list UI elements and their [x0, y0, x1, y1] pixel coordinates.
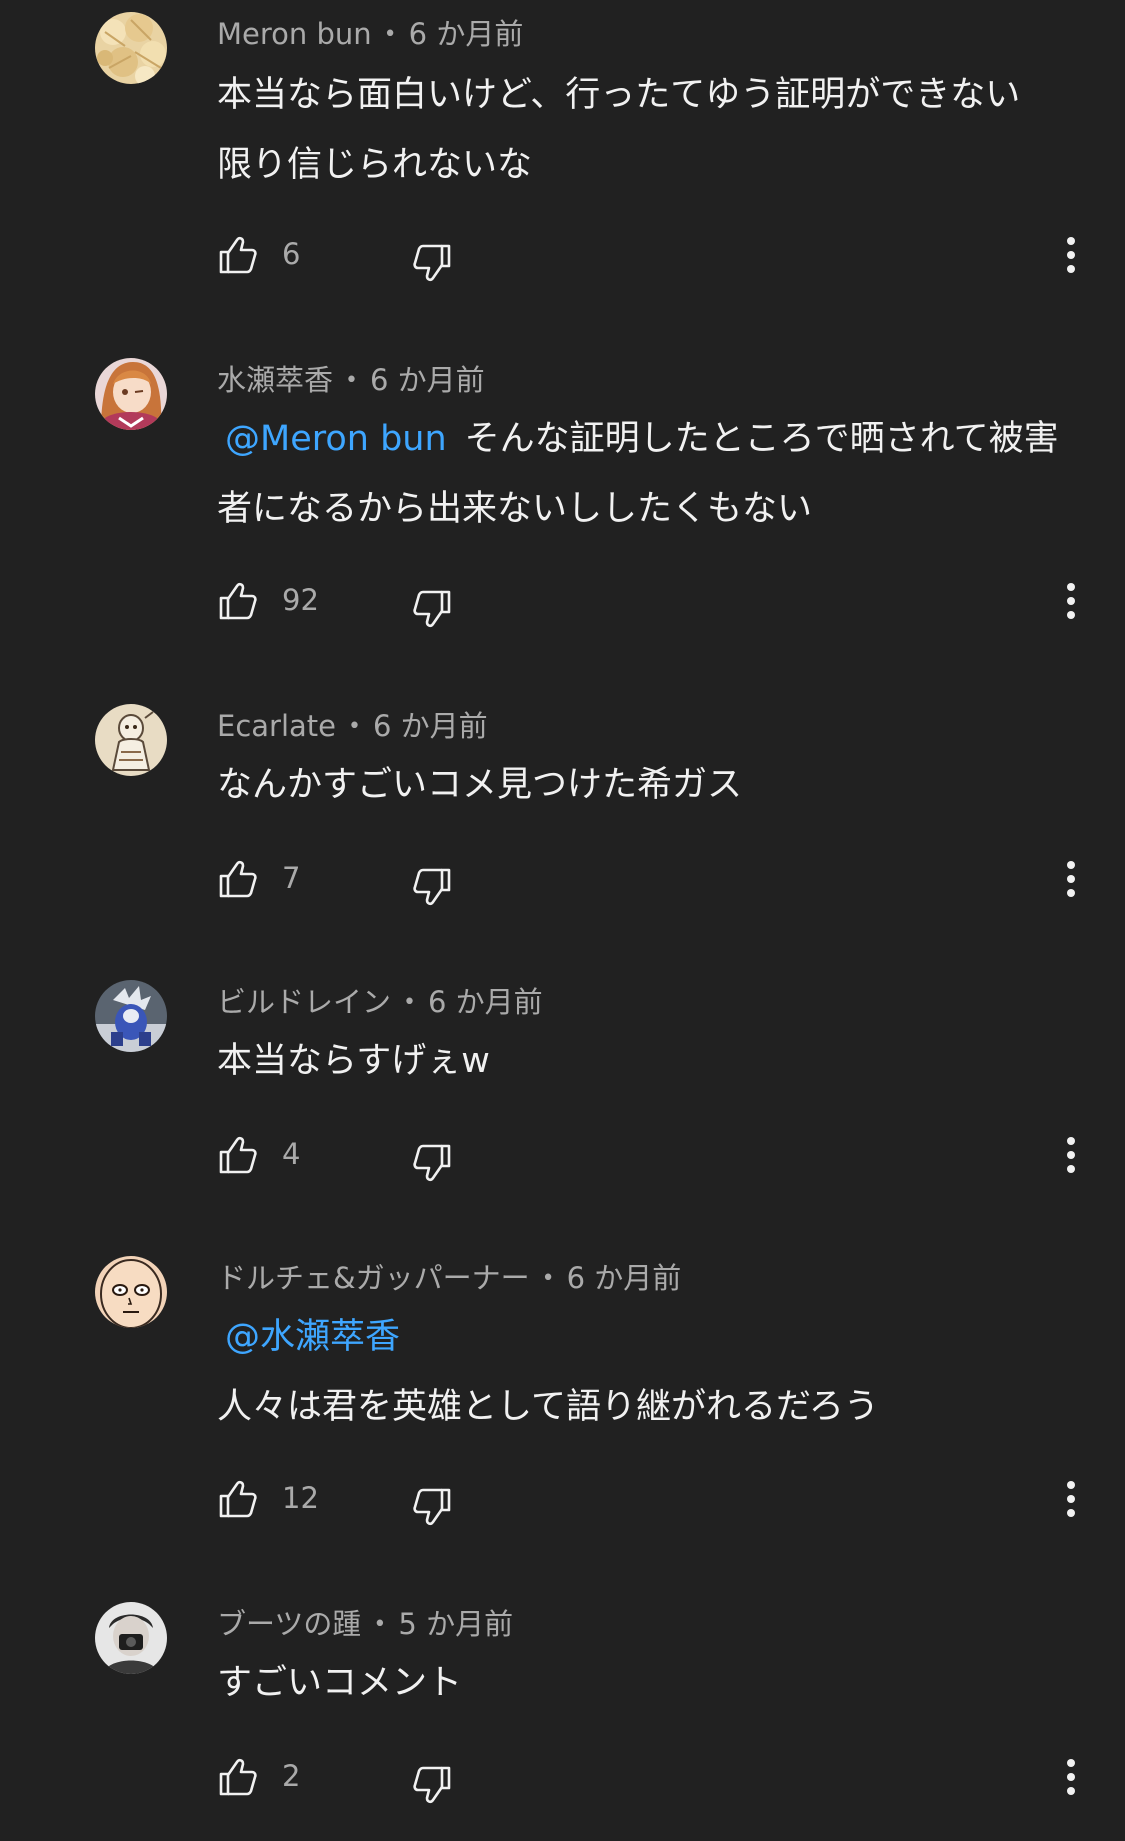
comment-text: すごいコメント	[217, 1648, 1087, 1718]
comment-actions: 4	[0, 1125, 1125, 1185]
thumbs-up-icon[interactable]	[218, 1757, 258, 1797]
like-count: 4	[282, 1137, 301, 1171]
more-vertical-icon[interactable]	[1060, 857, 1082, 901]
thumbs-up-icon[interactable]	[218, 1135, 258, 1175]
timestamp[interactable]: 6 か月前	[567, 1261, 682, 1295]
more-vertical-icon[interactable]	[1060, 233, 1082, 277]
timestamp[interactable]: 6 か月前	[428, 985, 543, 1019]
thumbs-down-icon[interactable]	[412, 589, 452, 629]
thumbs-up-icon[interactable]	[218, 859, 258, 899]
anime-girl-avatar[interactable]	[95, 358, 167, 430]
comment-text: @Meron bun そんな証明したところで晒されて被害 者になるから出来ないしし…	[217, 404, 1087, 544]
like-count: 12	[282, 1481, 319, 1515]
comment-meta: ブーツの踵 • 5 か月前	[217, 1606, 513, 1643]
separator-dot: •	[348, 714, 361, 739]
author-name[interactable]: 水瀬萃香	[217, 363, 333, 397]
like-count: 2	[282, 1759, 301, 1793]
comment-line-text: そんな証明したところで晒されて被害	[464, 419, 1059, 459]
separator-dot: •	[373, 1612, 387, 1637]
thumbs-up-icon[interactable]	[218, 581, 258, 621]
thumbs-down-icon[interactable]	[412, 1765, 452, 1805]
separator-dot: •	[403, 990, 416, 1015]
more-vertical-icon[interactable]	[1060, 579, 1082, 623]
comment-line: 限り信じられないな	[217, 145, 533, 185]
comment-actions: 7	[0, 849, 1125, 909]
author-name[interactable]: ドルチェ&ガッパーナー	[217, 1261, 530, 1295]
comment-actions: 2	[0, 1747, 1125, 1807]
thumbs-up-icon[interactable]	[218, 235, 258, 275]
author-name[interactable]: Ecarlate	[217, 709, 336, 743]
comment-line: @水瀬萃香	[217, 1302, 1087, 1372]
timestamp[interactable]: 5 か月前	[398, 1607, 513, 1641]
comment-line: 本当ならすげぇw	[217, 1041, 490, 1081]
comment-meta: ドルチェ&ガッパーナー • 6 か月前	[217, 1260, 681, 1297]
like-count: 92	[282, 583, 319, 617]
like-count: 7	[282, 861, 301, 895]
separator-dot: •	[345, 368, 358, 393]
comment-actions: 6	[0, 225, 1125, 285]
comment-line: 人々は君を英雄として語り継がれるだろう	[217, 1387, 879, 1427]
melon-bread-avatar[interactable]	[95, 12, 167, 84]
comment-meta: 水瀬萃香 • 6 か月前	[217, 362, 485, 399]
mention-link[interactable]: @水瀬萃香	[225, 1317, 400, 1357]
thumbs-down-icon[interactable]	[412, 1143, 452, 1183]
comment-meta: ビルドレイン • 6 か月前	[217, 984, 543, 1021]
comment-line: @Meron bun そんな証明したところで晒されて被害	[217, 404, 1087, 474]
comment-meta: Ecarlate • 6 か月前	[217, 708, 488, 745]
like-count: 6	[282, 237, 301, 271]
comment-line: 者になるから出来ないししたくもない	[217, 489, 813, 529]
comment-text: なんかすごいコメ見つけた希ガス	[217, 750, 1087, 820]
thumbs-down-icon[interactable]	[412, 867, 452, 907]
comment-meta: Meron bun • 6 か月前	[217, 16, 523, 53]
photo-person-avatar[interactable]	[95, 1602, 167, 1674]
timestamp[interactable]: 6 か月前	[370, 363, 485, 397]
author-name[interactable]: ビルドレイン	[217, 985, 391, 1019]
sketch-character-avatar[interactable]	[95, 704, 167, 776]
thumbs-up-icon[interactable]	[218, 1479, 258, 1519]
thumbs-down-icon[interactable]	[412, 1487, 452, 1527]
thumbs-down-icon[interactable]	[412, 243, 452, 283]
robot-figure-avatar[interactable]	[95, 980, 167, 1052]
author-name[interactable]: ブーツの踵	[217, 1607, 361, 1641]
more-vertical-icon[interactable]	[1060, 1755, 1082, 1799]
comment-line: すごいコメント	[217, 1663, 463, 1703]
separator-dot: •	[383, 22, 397, 47]
bald-face-avatar[interactable]	[95, 1256, 167, 1328]
mention-link[interactable]: @Meron bun	[225, 419, 447, 459]
comment-text: 本当ならすげぇw	[217, 1026, 1087, 1096]
timestamp[interactable]: 6 か月前	[409, 17, 524, 51]
comment-text: 本当なら面白いけど、行ったてゆう証明ができない 限り信じられないな	[217, 60, 1087, 200]
comment-actions: 12	[0, 1469, 1125, 1529]
comment-text: @水瀬萃香 人々は君を英雄として語り継がれるだろう	[217, 1302, 1087, 1442]
more-vertical-icon[interactable]	[1060, 1477, 1082, 1521]
more-vertical-icon[interactable]	[1060, 1133, 1082, 1177]
comment-line: なんかすごいコメ見つけた希ガス	[217, 765, 743, 805]
separator-dot: •	[541, 1266, 555, 1291]
timestamp[interactable]: 6 か月前	[373, 709, 488, 743]
author-name[interactable]: Meron bun	[217, 17, 372, 51]
comment-line: 本当なら面白いけど、行ったてゆう証明ができない	[217, 75, 1021, 115]
comment-actions: 92	[0, 571, 1125, 631]
